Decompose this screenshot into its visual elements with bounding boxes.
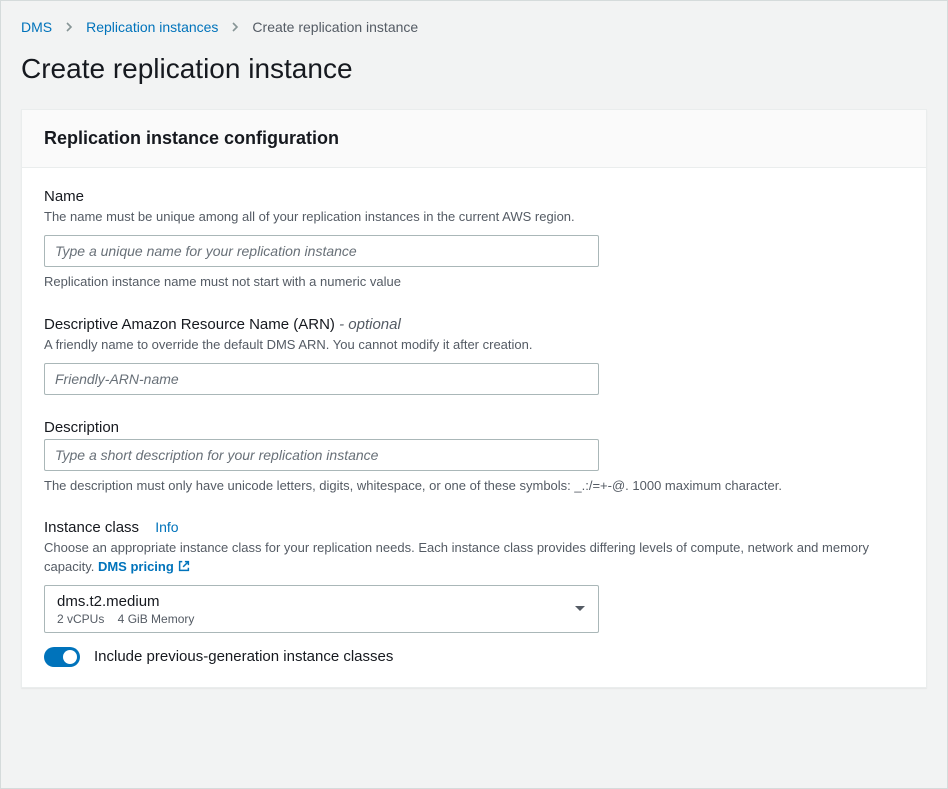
arn-field: Descriptive Amazon Resource Name (ARN) -… bbox=[44, 316, 904, 395]
description-label: Description bbox=[44, 419, 904, 436]
caret-down-icon bbox=[574, 605, 586, 613]
instance-class-selected-sub: 2 vCPUs 4 GiB Memory bbox=[57, 612, 194, 626]
chevron-right-icon bbox=[230, 22, 240, 32]
include-previous-gen-row: Include previous-generation instance cla… bbox=[44, 647, 904, 667]
external-link-icon bbox=[177, 559, 191, 573]
panel-body: Name The name must be unique among all o… bbox=[22, 168, 926, 687]
breadcrumb-replication-instances-link[interactable]: Replication instances bbox=[86, 19, 218, 35]
description-field: Description The description must only ha… bbox=[44, 419, 904, 496]
arn-label-text: Descriptive Amazon Resource Name (ARN) bbox=[44, 316, 335, 333]
breadcrumb: DMS Replication instances Create replica… bbox=[1, 1, 947, 35]
instance-class-description: Choose an appropriate instance class for… bbox=[44, 539, 904, 577]
breadcrumb-current: Create replication instance bbox=[252, 19, 418, 35]
arn-label: Descriptive Amazon Resource Name (ARN) -… bbox=[44, 316, 904, 333]
include-previous-gen-toggle[interactable] bbox=[44, 647, 80, 667]
name-label: Name bbox=[44, 188, 904, 205]
name-description: The name must be unique among all of you… bbox=[44, 208, 904, 227]
description-input[interactable] bbox=[44, 439, 599, 471]
instance-class-label-row: Instance class Info bbox=[44, 519, 904, 536]
instance-class-select[interactable]: dms.t2.medium 2 vCPUs 4 GiB Memory bbox=[44, 585, 599, 633]
name-field: Name The name must be unique among all o… bbox=[44, 188, 904, 292]
name-input[interactable] bbox=[44, 235, 599, 267]
include-previous-gen-label: Include previous-generation instance cla… bbox=[94, 648, 393, 665]
replication-instance-configuration-panel: Replication instance configuration Name … bbox=[21, 109, 927, 688]
panel-heading: Replication instance configuration bbox=[44, 128, 904, 149]
description-hint: The description must only have unicode l… bbox=[44, 477, 904, 496]
chevron-right-icon bbox=[64, 22, 74, 32]
dms-pricing-link[interactable]: DMS pricing bbox=[98, 559, 191, 574]
breadcrumb-dms-link[interactable]: DMS bbox=[21, 19, 52, 35]
page-title: Create replication instance bbox=[1, 35, 947, 109]
name-hint: Replication instance name must not start… bbox=[44, 273, 904, 292]
instance-class-field: Instance class Info Choose an appropriat… bbox=[44, 519, 904, 666]
panel-header: Replication instance configuration bbox=[22, 110, 926, 168]
instance-class-info-link[interactable]: Info bbox=[155, 519, 178, 535]
arn-optional-text: - optional bbox=[335, 316, 401, 333]
arn-input[interactable] bbox=[44, 363, 599, 395]
arn-description: A friendly name to override the default … bbox=[44, 336, 904, 355]
instance-class-selected-value: dms.t2.medium bbox=[57, 592, 194, 612]
instance-class-label: Instance class bbox=[44, 519, 139, 536]
